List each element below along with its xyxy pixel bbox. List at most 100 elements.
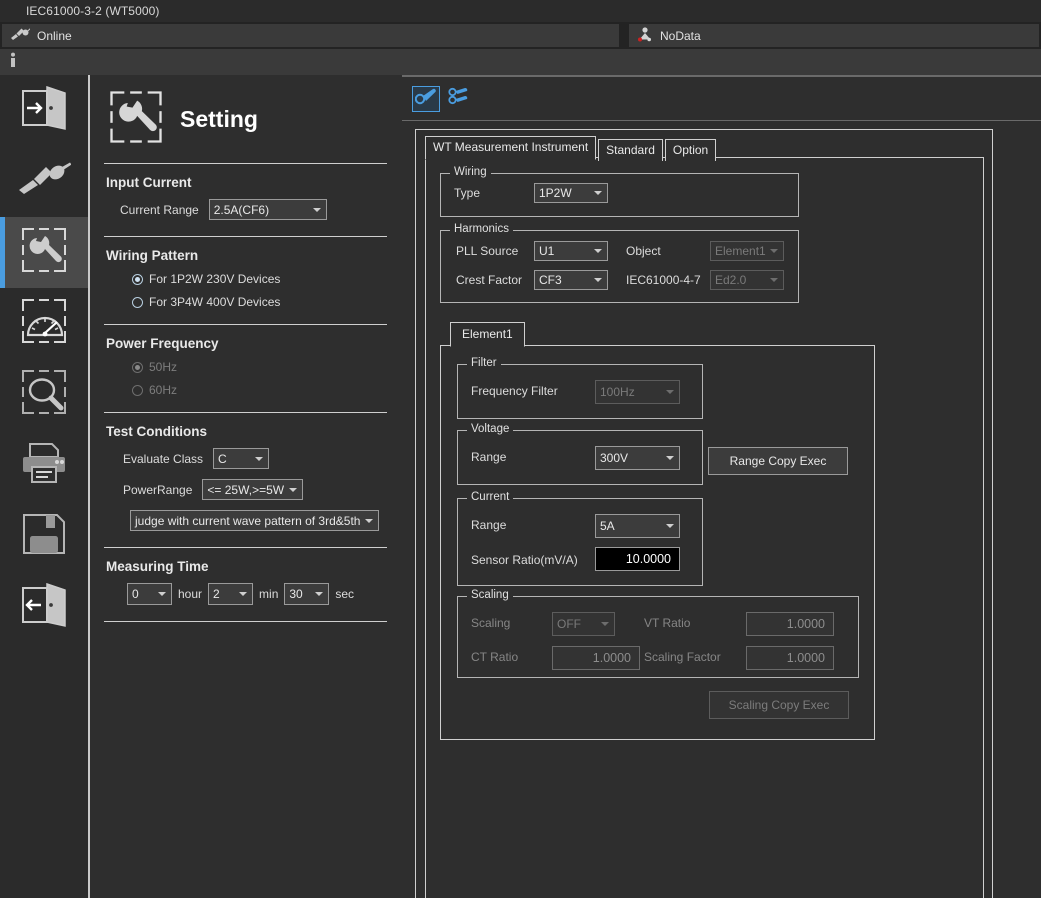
frequency-filter-select: 100Hz xyxy=(595,380,680,404)
sidebar-item-measure[interactable] xyxy=(0,288,88,359)
printer-icon xyxy=(20,442,68,489)
measuring-time-row: 0 hour 2 min 30 sec xyxy=(102,583,389,615)
sidebar-item-setting[interactable] xyxy=(0,217,88,288)
status-bar: Online NoData xyxy=(0,22,1041,49)
judge-method-value: judge with current wave pattern of 3rd&5… xyxy=(135,514,360,528)
status-data[interactable]: NoData xyxy=(629,24,1039,47)
second-select[interactable]: 30 xyxy=(284,583,329,605)
divider xyxy=(104,621,387,622)
plug-icon xyxy=(17,162,71,201)
chevron-down-icon xyxy=(315,592,323,596)
gears-wrench-tool-button[interactable] xyxy=(446,86,474,112)
power-range-select[interactable]: <= 25W,>=5W xyxy=(202,479,303,500)
toolbar xyxy=(412,85,474,113)
power-range-label: PowerRange xyxy=(123,483,192,497)
group-scaling: Scaling Scaling OFF VT Ratio 1.0000 CT R… xyxy=(457,596,859,678)
evaluate-class-label: Evaluate Class xyxy=(123,452,203,466)
vt-ratio-input: 1.0000 xyxy=(746,612,834,636)
hour-select[interactable]: 0 xyxy=(127,583,172,605)
wrench-frame-icon xyxy=(20,226,68,279)
button-label: Range Copy Exec xyxy=(730,454,827,468)
magnifier-frame-icon xyxy=(20,368,68,421)
power-range-row: PowerRange <= 25W,>=5W xyxy=(102,479,389,510)
object-label: Object xyxy=(626,244,661,258)
tab-standard[interactable]: Standard xyxy=(598,139,663,161)
range-copy-exec-button[interactable]: Range Copy Exec xyxy=(708,447,848,475)
door-enter-icon xyxy=(19,85,69,136)
evaluate-class-value: C xyxy=(218,452,227,466)
second-value: 30 xyxy=(289,587,302,601)
sidebar-item-connect[interactable] xyxy=(0,146,88,217)
tab-label: WT Measurement Instrument xyxy=(433,140,588,154)
minute-select[interactable]: 2 xyxy=(208,583,253,605)
wiring-option-1p2w[interactable]: For 1P2W 230V Devices xyxy=(102,272,389,295)
section-heading: Power Frequency xyxy=(102,325,389,360)
chevron-down-icon xyxy=(666,390,674,394)
minute-value: 2 xyxy=(213,587,220,601)
tab-element1[interactable]: Element1 xyxy=(450,322,525,347)
section-heading: Input Current xyxy=(102,164,389,199)
judge-method-select[interactable]: judge with current wave pattern of 3rd&5… xyxy=(130,510,379,531)
window-title: IEC61000-3-2 (WT5000) xyxy=(0,4,160,18)
status-connection[interactable]: Online xyxy=(2,24,619,47)
voltage-range-select[interactable]: 300V xyxy=(595,446,680,470)
option-label: 60Hz xyxy=(149,383,177,397)
current-range-select[interactable]: 2.5A(CF6) xyxy=(209,199,327,220)
radio-icon xyxy=(132,362,143,373)
pll-source-select[interactable]: U1 xyxy=(534,241,608,261)
ct-ratio-input: 1.0000 xyxy=(552,646,640,670)
sidebar-item-analyze[interactable] xyxy=(0,359,88,430)
title-bar: IEC61000-3-2 (WT5000) xyxy=(0,0,1041,22)
second-label: sec xyxy=(335,587,354,601)
chevron-down-icon xyxy=(594,278,602,282)
group-harmonics: Harmonics PLL Source U1 Object Element1 … xyxy=(440,230,799,303)
object-value: Element1 xyxy=(715,244,766,258)
sidebar-item-save[interactable] xyxy=(0,501,88,572)
option-label: For 3P4W 400V Devices xyxy=(149,295,280,309)
tab-option[interactable]: Option xyxy=(665,139,716,161)
frequency-option-50hz: 50Hz xyxy=(102,360,389,383)
page-title: Setting xyxy=(180,106,258,133)
chevron-down-icon xyxy=(289,488,297,492)
radio-icon xyxy=(132,274,143,285)
section-test-conditions: Test Conditions Evaluate Class C PowerRa… xyxy=(102,413,389,547)
group-legend: Filter xyxy=(467,357,501,369)
scaling-label: Scaling xyxy=(471,616,510,630)
pll-source-label: PLL Source xyxy=(456,244,518,258)
scaling-factor-input: 1.0000 xyxy=(746,646,834,670)
plug-icon xyxy=(10,27,30,44)
sidebar-item-login[interactable] xyxy=(0,75,88,146)
chevron-down-icon xyxy=(158,592,166,596)
sensor-ratio-value: 10.0000 xyxy=(626,552,671,566)
wiring-option-3p4w[interactable]: For 3P4W 400V Devices xyxy=(102,295,389,318)
section-power-frequency: Power Frequency 50Hz 60Hz xyxy=(102,325,389,412)
current-range-select[interactable]: 5A xyxy=(595,514,680,538)
tab-label: Standard xyxy=(606,143,655,157)
tab-wt-measurement-instrument[interactable]: WT Measurement Instrument xyxy=(425,136,596,160)
chevron-down-icon xyxy=(239,592,247,596)
door-exit-icon xyxy=(19,582,69,633)
divider xyxy=(402,120,1041,121)
ct-ratio-value: 1.0000 xyxy=(593,651,631,665)
group-wiring: Wiring Type 1P2W xyxy=(440,173,799,217)
voltage-range-label: Range xyxy=(471,450,506,464)
sidebar-item-print[interactable] xyxy=(0,430,88,501)
sidebar-item-exit[interactable] xyxy=(0,572,88,643)
minute-label: min xyxy=(259,587,278,601)
wrench-tool-button[interactable] xyxy=(412,86,440,112)
sensor-ratio-input[interactable]: 10.0000 xyxy=(595,547,680,571)
chevron-down-icon xyxy=(770,249,778,253)
info-icon[interactable] xyxy=(7,52,19,73)
status-data-label: NoData xyxy=(660,29,701,43)
wiring-type-select[interactable]: 1P2W xyxy=(534,183,608,203)
wiring-type-label: Type xyxy=(454,186,480,200)
chevron-down-icon xyxy=(666,456,674,460)
wrench-frame-icon xyxy=(108,89,164,150)
floppy-icon xyxy=(21,512,67,561)
crest-factor-select[interactable]: CF3 xyxy=(534,270,608,290)
divider xyxy=(402,75,1041,77)
evaluate-class-select[interactable]: C xyxy=(213,448,269,469)
wrench-icon xyxy=(415,87,437,112)
evaluate-class-row: Evaluate Class C xyxy=(102,448,389,479)
settings-panel: Setting Input Current Current Range 2.5A… xyxy=(90,75,401,898)
